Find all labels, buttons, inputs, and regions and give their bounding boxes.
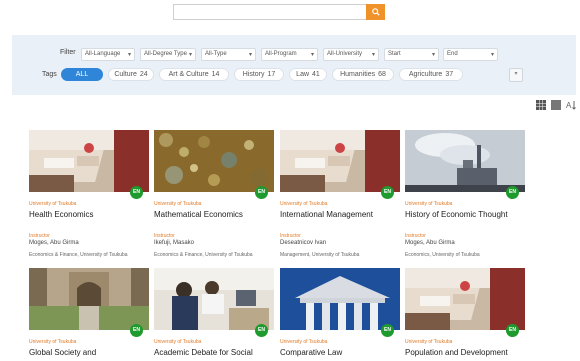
language-badge: EN	[130, 186, 143, 199]
instructor-label: Instructor	[29, 233, 50, 239]
expand-tags-button[interactable]: ▾	[509, 68, 523, 82]
chevron-down-icon: ▾	[188, 52, 192, 58]
chevron-down-icon: ▾	[127, 52, 131, 58]
tag-humanities[interactable]: Humanities 68	[332, 68, 394, 81]
department: Management, University of Tsukuba	[280, 252, 360, 258]
search-icon	[371, 8, 380, 16]
end-select[interactable]: End ▾	[443, 48, 498, 61]
university-name: University of Tsukuba	[280, 201, 328, 207]
chevron-down-icon: ▾	[248, 52, 252, 58]
instructor-label: Instructor	[280, 233, 301, 239]
language-badge: EN	[506, 186, 519, 199]
degree-type-select[interactable]: All-Degree Type ▾	[140, 48, 196, 61]
grid-large-icon[interactable]	[536, 100, 546, 110]
filter-label: Filter	[60, 49, 76, 56]
start-select[interactable]: Start ▾	[384, 48, 439, 61]
grid-small-icon[interactable]	[551, 100, 561, 110]
course-image	[29, 130, 149, 192]
chevron-down-icon: ▾	[514, 71, 518, 77]
filter-panel: Filter All-Language ▾ All-Degree Type ▾ Al…	[12, 35, 576, 95]
search-bar	[173, 4, 385, 20]
language-badge: EN	[255, 186, 268, 199]
language-badge: EN	[381, 186, 394, 199]
tag-art-culture[interactable]: Art & Culture 14	[159, 68, 229, 81]
course-title[interactable]: History of Economic Thought	[405, 210, 508, 219]
course-image	[280, 268, 400, 330]
course-title[interactable]: Academic Debate for Social	[154, 348, 253, 357]
course-card[interactable]: EN University of Tsukuba Mathematical Ec…	[154, 130, 274, 258]
tag-all[interactable]: ALL	[61, 68, 103, 81]
department: Economics, University of Tsukuba	[405, 252, 480, 258]
course-title[interactable]: Comparative Law	[280, 348, 342, 357]
chevron-down-icon: ▾	[490, 52, 494, 58]
university-name: University of Tsukuba	[280, 339, 328, 345]
department: Economics & Finance, University of Tsuku…	[154, 252, 253, 258]
university-name: University of Tsukuba	[154, 201, 202, 207]
university-select[interactable]: All-University ▾	[323, 48, 379, 61]
instructor-name: Deseatnicov Ivan	[280, 240, 327, 246]
chevron-down-icon: ▾	[371, 52, 375, 58]
course-title[interactable]: Health Economics	[29, 210, 93, 219]
course-image	[154, 268, 274, 330]
course-image	[405, 130, 525, 192]
language-select[interactable]: All-Language ▾	[81, 48, 135, 61]
chevron-down-icon: ▾	[431, 52, 435, 58]
course-image	[280, 130, 400, 192]
course-title[interactable]: Mathematical Economics	[154, 210, 243, 219]
sort-icon[interactable]: A	[566, 100, 576, 110]
search-input[interactable]	[173, 4, 366, 20]
course-card[interactable]: EN University of Tsukuba Health Economic…	[29, 130, 149, 258]
tag-culture[interactable]: Culture 24	[108, 68, 154, 81]
instructor-name: Moges, Abu Girma	[29, 240, 79, 246]
course-title[interactable]: Global Society and	[29, 348, 96, 357]
university-name: University of Tsukuba	[405, 339, 453, 345]
instructor-name: Moges, Abu Girma	[405, 240, 455, 246]
course-card[interactable]: EN University of Tsukuba International M…	[280, 130, 400, 258]
course-image	[154, 130, 274, 192]
course-title[interactable]: International Management	[280, 210, 373, 219]
language-badge: EN	[130, 324, 143, 337]
course-image	[29, 268, 149, 330]
svg-text:A: A	[566, 101, 572, 110]
search-button[interactable]	[366, 4, 385, 20]
course-image	[405, 268, 525, 330]
course-title[interactable]: Population and Development	[405, 348, 508, 357]
tag-history[interactable]: History 17	[234, 68, 284, 81]
department: Economics & Finance, University of Tsuku…	[29, 252, 128, 258]
course-card[interactable]: EN University of Tsukuba Global Society …	[29, 268, 149, 361]
language-badge: EN	[381, 324, 394, 337]
course-card[interactable]: EN University of Tsukuba Population and …	[405, 268, 525, 361]
university-name: University of Tsukuba	[29, 339, 77, 345]
tags-label: Tags	[42, 71, 57, 78]
course-card[interactable]: EN University of Tsukuba Comparative Law	[280, 268, 400, 361]
university-name: University of Tsukuba	[405, 201, 453, 207]
course-card[interactable]: EN University of Tsukuba Academic Debate…	[154, 268, 274, 361]
program-select[interactable]: All-Program ▾	[261, 48, 318, 61]
instructor-label: Instructor	[405, 233, 426, 239]
type-select[interactable]: All-Type ▾	[201, 48, 256, 61]
language-badge: EN	[255, 324, 268, 337]
tag-agriculture[interactable]: Agriculture 37	[399, 68, 463, 81]
university-name: University of Tsukuba	[154, 339, 202, 345]
instructor-name: Ikefuji, Masako	[154, 240, 195, 246]
instructor-label: Instructor	[154, 233, 175, 239]
university-name: University of Tsukuba	[29, 201, 77, 207]
chevron-down-icon: ▾	[310, 52, 314, 58]
language-badge: EN	[506, 324, 519, 337]
course-card[interactable]: EN University of Tsukuba History of Econ…	[405, 130, 525, 258]
tag-law[interactable]: Law 41	[289, 68, 327, 81]
